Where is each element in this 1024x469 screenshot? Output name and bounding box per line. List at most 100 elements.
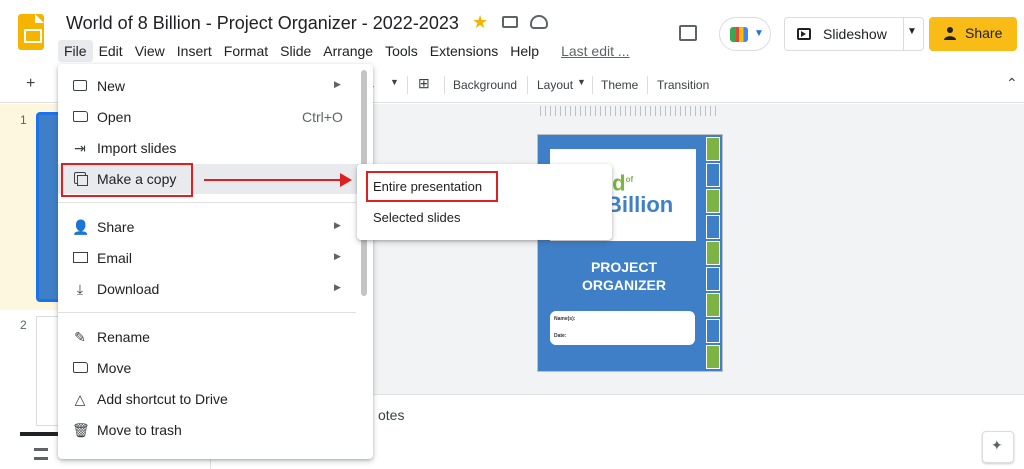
menu-file[interactable]: File [58,40,93,62]
file-menu-move[interactable]: Move [58,353,373,383]
trash-icon: 🗑 [72,422,90,438]
slide-tab [706,137,720,161]
star-icon[interactable]: ★ [472,12,488,33]
move-icon [72,361,88,375]
menu-divider [58,312,356,313]
slides-icon [72,79,88,93]
explore-button[interactable] [982,431,1014,463]
divider [444,76,445,94]
filmstrip-view-icon[interactable] [34,448,48,460]
import-icon: ⇥ [74,140,86,156]
menu-insert[interactable]: Insert [171,40,218,62]
menu-format[interactable]: Format [218,40,274,62]
slide-number: 1 [20,113,27,127]
cloud-status-icon[interactable] [530,15,548,29]
file-menu-rename-label: Rename [97,329,150,345]
drive-shortcut-icon: △ [74,391,86,407]
divider [903,18,904,50]
highlight-box-make-copy [61,163,193,197]
slide-form-box: Name(s): Date: [550,311,695,345]
chevron-down-icon[interactable]: ▼ [390,77,399,87]
share-button[interactable]: Share [929,17,1017,51]
menubar: File Edit View Insert Format Slide Arran… [58,40,636,62]
file-menu-move-label: Move [97,360,132,376]
speaker-notes-placeholder: otes [378,407,405,423]
slideshow-button[interactable]: Slideshow ▼ [784,17,924,51]
highlight-arrow [204,179,344,181]
slide-date-label: Date: [554,333,567,339]
menu-edit[interactable]: Edit [93,40,129,62]
menu-arrange[interactable]: Arrange [317,40,379,62]
file-menu-add-shortcut[interactable]: △ Add shortcut to Drive [58,384,373,414]
lock-person-icon [944,27,956,40]
file-menu-import-label: Import slides [97,140,177,156]
theme-button[interactable]: Theme [601,78,638,92]
last-edit-link[interactable]: Last edit ... [555,40,635,62]
file-menu-download[interactable]: ⤓ Download ▶ [58,274,373,304]
background-button[interactable]: Background [453,78,517,92]
file-menu-new-label: New [97,78,126,94]
menu-tools[interactable]: Tools [379,40,424,62]
meet-icon [730,27,748,42]
highlight-box-entire-presentation [366,171,498,202]
submenu-selected-slides[interactable]: Selected slides [373,210,460,225]
shortcut-label: Ctrl+O [302,109,343,125]
rename-icon: ✎ [74,329,86,345]
slide-name-label: Name(s): [554,316,576,322]
person-add-icon: 👤 [72,219,90,235]
divider [407,76,408,94]
divider [592,76,593,94]
menu-extensions[interactable]: Extensions [424,40,504,62]
transition-button[interactable]: Transition [657,78,709,92]
slides-logo[interactable] [18,14,44,50]
file-menu-email[interactable]: Email ▶ [58,243,373,273]
slide-tab [706,267,720,291]
divider [647,76,648,94]
mail-icon [72,251,88,265]
file-menu-share[interactable]: 👤 Share ▶ [58,212,373,242]
file-menu-share-label: Share [97,219,135,235]
slide-side-tabs [706,137,720,369]
filmstrip-bottom-bar [20,432,58,436]
file-menu: New ▶ Open Ctrl+O ⇥ Import slides Make a… [58,64,373,459]
chevron-down-icon: ▼ [754,28,764,39]
file-menu-shortcut-label: Add shortcut to Drive [97,391,228,407]
layout-button[interactable]: Layout [537,78,573,92]
file-menu-download-label: Download [97,281,160,297]
divider [527,76,528,94]
slideshow-dropdown-icon[interactable]: ▼ [907,26,917,37]
file-menu-trash-label: Move to trash [97,422,182,438]
menu-help[interactable]: Help [504,40,545,62]
file-menu-move-to-trash[interactable]: 🗑 Move to trash [58,415,373,445]
move-folder-icon[interactable] [502,16,518,28]
menu-divider [58,202,356,203]
ruler [540,106,718,116]
chevron-down-icon: ▼ [577,77,586,87]
document-title[interactable]: World of 8 Billion - Project Organizer -… [66,13,459,34]
slide-tab [706,189,720,213]
file-menu-new[interactable]: New ▶ [58,71,373,101]
slide-organizer-text: ORGANIZER [582,277,666,293]
slide-logo-text: ldof Billion [606,169,673,216]
file-menu-open-label: Open [97,109,132,125]
slide-project-text: PROJECT [590,259,658,275]
slide-tab [706,215,720,239]
comment-history-icon[interactable] [679,25,697,41]
file-menu-import-slides[interactable]: ⇥ Import slides [58,133,373,163]
collapse-menus-icon[interactable]: ⌃ [1006,75,1018,92]
slide-tab [706,241,720,265]
add-comment-icon[interactable]: ⊞ [418,75,430,92]
file-menu-open[interactable]: Open Ctrl+O [58,102,373,132]
download-icon: ⤓ [76,281,84,297]
slide-tab [706,163,720,187]
menu-view[interactable]: View [129,40,171,62]
folder-icon [72,110,88,124]
meet-button[interactable]: ▼ [719,17,771,51]
submenu-arrow-icon: ▶ [334,79,341,89]
new-slide-button[interactable]: + [26,75,35,93]
slideshow-icon [797,28,811,40]
slide-logo-line2: Billion [606,192,674,218]
arrow-head-icon [340,173,352,187]
file-menu-rename[interactable]: ✎ Rename [58,322,373,352]
menu-slide[interactable]: Slide [274,40,317,62]
